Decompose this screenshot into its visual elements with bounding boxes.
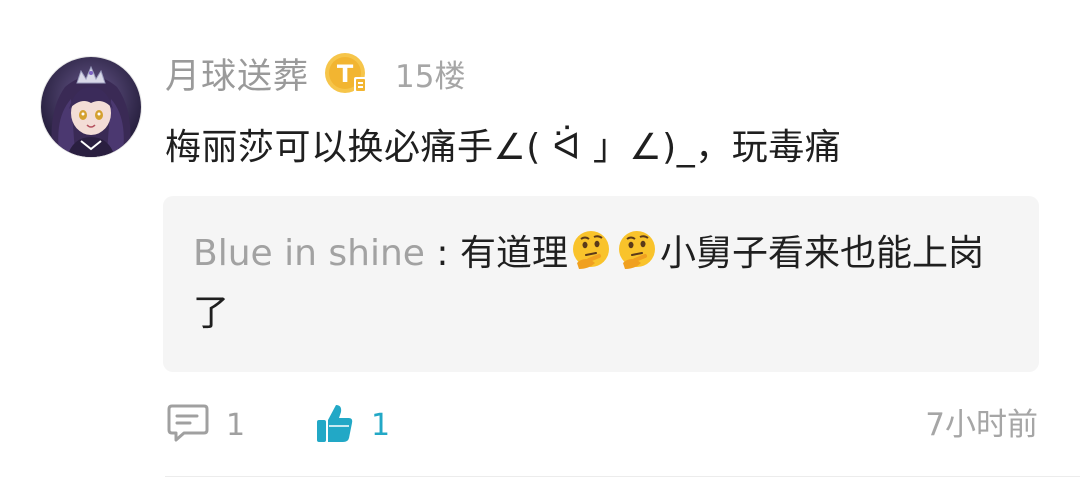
avatar-image [41, 57, 141, 157]
comment-header: 月球送葬 T 15楼 [165, 48, 465, 98]
reply-button[interactable]: 1 [166, 400, 245, 450]
avatar[interactable] [40, 56, 142, 158]
timestamp: 7小时前 [925, 407, 1038, 443]
comment-text: 梅丽莎可以换必痛手∠( ᐛ 」∠)_，玩毒痛 [165, 127, 842, 168]
reply-count: 1 [226, 407, 246, 443]
reply-preview[interactable]: Blue in shine : 有道理 小舅子看来也能上岗了 [163, 196, 1039, 372]
thumbs-up-icon [315, 402, 355, 448]
reply-author[interactable]: Blue in shine [193, 233, 425, 274]
like-count: 1 [371, 407, 391, 443]
comment-bubble-icon [166, 402, 210, 448]
thinking-face-icon [615, 229, 659, 273]
floor-number: 15楼 [395, 58, 466, 95]
divider [165, 476, 1080, 477]
level-badge-icon: T [323, 49, 371, 97]
thinking-face-icon [569, 229, 613, 273]
reply-content: Blue in shine : 有道理 小舅子看来也能上岗了 [193, 224, 1013, 344]
like-button[interactable]: 1 [315, 400, 390, 450]
username[interactable]: 月球送葬 [165, 48, 309, 99]
reply-text-start: 有道理 [459, 233, 568, 274]
reply-separator: : [424, 233, 460, 274]
svg-text:T: T [337, 60, 354, 88]
